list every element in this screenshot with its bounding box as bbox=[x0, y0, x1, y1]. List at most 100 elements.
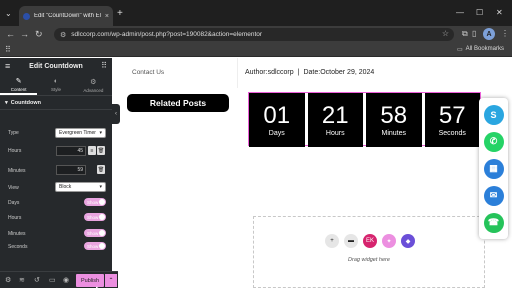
hamburger-menu-icon[interactable]: ≡ bbox=[5, 61, 10, 71]
close-tab-icon[interactable]: × bbox=[105, 13, 109, 20]
delete-icon[interactable]: 🗑 bbox=[97, 165, 105, 174]
tab-title: Edit "CountDown" with Elementor bbox=[34, 13, 101, 19]
layers-icon[interactable]: ≋ bbox=[19, 276, 25, 284]
countdown-seconds: 57 Seconds bbox=[424, 93, 480, 147]
seconds-toggle[interactable]: Show bbox=[84, 242, 106, 250]
related-posts-heading: Related Posts bbox=[127, 94, 229, 112]
folder-icon[interactable]: ▬ bbox=[344, 234, 358, 248]
countdown-number: 57 bbox=[438, 101, 466, 129]
profile-avatar[interactable]: A bbox=[483, 28, 495, 40]
minutes-label: Minutes bbox=[8, 168, 26, 174]
minutes-toggle-label: Minutes bbox=[8, 231, 26, 237]
panel-tabs: ✎ Content ◐ Style ⚙ Advanced bbox=[0, 75, 112, 96]
reload-icon[interactable]: ↻ bbox=[35, 29, 43, 40]
type-select[interactable]: Evergreen Timer ▾ bbox=[55, 128, 106, 138]
view-value: Block bbox=[59, 184, 72, 190]
favicon-icon bbox=[23, 12, 30, 20]
hours-label: Hours bbox=[8, 148, 22, 154]
all-bookmarks-label: All Bookmarks bbox=[465, 46, 504, 52]
gear-icon: ⚙ bbox=[90, 78, 97, 86]
drop-zone[interactable]: + ▬ EK ✦ ◆ Drag widget here bbox=[253, 216, 485, 288]
browser-tab-bar: ⌄ Edit "CountDown" with Elementor × + — … bbox=[0, 0, 512, 26]
countdown-widget[interactable]: 01 Days 21 Hours 58 Minutes 57 Seconds bbox=[248, 92, 481, 147]
countdown-label: Days bbox=[268, 129, 285, 137]
widgets-grid-icon[interactable]: ⠿ bbox=[101, 61, 107, 70]
address-bar[interactable]: ⚙ sdlccorp.com/wp-admin/post.php?post=19… bbox=[54, 28, 454, 41]
elementskit-icon[interactable]: EK bbox=[363, 234, 377, 248]
site-info-icon[interactable]: ⚙ bbox=[60, 31, 66, 39]
days-label: Days bbox=[8, 200, 20, 206]
settings-icon[interactable]: ⚙ bbox=[5, 276, 11, 284]
responsive-icon[interactable]: ▭ bbox=[49, 276, 56, 284]
dynamic-tags-icon[interactable]: ≡ bbox=[88, 146, 96, 155]
caret-down-icon: ▾ bbox=[5, 99, 8, 106]
close-window-icon[interactable]: ✕ bbox=[496, 8, 503, 17]
days-toggle[interactable]: Show bbox=[84, 198, 106, 206]
add-icon[interactable]: + bbox=[325, 234, 339, 248]
view-select[interactable]: Block ▾ bbox=[55, 182, 106, 192]
half-circle-icon: ◐ bbox=[53, 78, 59, 85]
tab-content[interactable]: ✎ Content bbox=[0, 75, 38, 95]
contact-us-link[interactable]: Contact Us bbox=[132, 69, 164, 76]
author-text: Author:sdlccorp bbox=[245, 69, 294, 76]
email-icon[interactable]: ✉ bbox=[483, 185, 504, 206]
whatsapp-icon[interactable]: ✆ bbox=[483, 131, 504, 152]
date-text: Date:October 29, 2024 bbox=[303, 69, 375, 76]
extensions-icon[interactable]: ⧉ bbox=[462, 29, 468, 39]
countdown-number: 21 bbox=[321, 101, 349, 129]
browser-tab[interactable]: Edit "CountDown" with Elementor × bbox=[19, 6, 113, 26]
tab-search-icon[interactable]: ⌄ bbox=[5, 9, 12, 18]
sparkle-icon[interactable]: ✦ bbox=[382, 234, 396, 248]
countdown-hours: 21 Hours bbox=[307, 93, 363, 147]
floating-contact-bar: S ✆ ▦ ✉ ☎ bbox=[479, 98, 508, 239]
countdown-days: 01 Days bbox=[249, 93, 305, 147]
url-text: sdlccorp.com/wp-admin/post.php?post=1900… bbox=[71, 31, 263, 38]
elementor-panel: ≡ Edit Countdown ⠿ ✎ Content ◐ Style ⚙ A… bbox=[0, 58, 112, 288]
drop-zone-text: Drag widget here bbox=[348, 257, 390, 263]
countdown-label: Hours bbox=[325, 129, 345, 137]
preview-eye-icon[interactable]: ◉ bbox=[63, 276, 69, 284]
tab-label: Content bbox=[10, 86, 27, 92]
apps-grid-icon[interactable]: ⠿ bbox=[5, 45, 11, 54]
bookmarks-bar: ⠿ ▭ All Bookmarks bbox=[0, 43, 512, 57]
minutes-toggle[interactable]: Show bbox=[84, 229, 106, 237]
type-label: Type bbox=[8, 130, 19, 136]
seconds-toggle-label: Seconds bbox=[8, 244, 28, 250]
drop-zone-actions: + ▬ EK ✦ ◆ bbox=[325, 234, 415, 248]
template-kit-icon[interactable]: ◆ bbox=[401, 234, 415, 248]
post-meta: Author:sdlccorp | Date:October 29, 2024 bbox=[245, 69, 374, 76]
back-icon[interactable]: ← bbox=[6, 29, 15, 39]
chevron-down-icon: ▾ bbox=[99, 130, 102, 136]
countdown-minutes: 58 Minutes bbox=[366, 93, 422, 147]
tab-label: Advanced bbox=[83, 87, 104, 93]
history-icon[interactable]: ↺ bbox=[34, 276, 40, 284]
section-title: Countdown bbox=[10, 99, 42, 106]
minutes-input[interactable]: 59 bbox=[56, 165, 86, 175]
skype-icon[interactable]: S bbox=[483, 104, 504, 125]
section-countdown[interactable]: ▾ Countdown bbox=[0, 96, 112, 110]
countdown-label: Minutes bbox=[381, 129, 406, 137]
view-label: View bbox=[8, 185, 19, 191]
hours-input[interactable]: 45 bbox=[56, 146, 86, 156]
side-panel-icon[interactable]: ▯ bbox=[472, 29, 476, 38]
collapse-panel-handle[interactable]: ‹ bbox=[112, 104, 120, 124]
delete-icon[interactable]: 🗑 bbox=[97, 146, 105, 155]
countdown-number: 58 bbox=[380, 101, 408, 129]
phone-icon[interactable]: ☎ bbox=[483, 212, 504, 233]
new-tab-icon[interactable]: + bbox=[117, 8, 123, 19]
menu-dots-icon[interactable]: ⋮ bbox=[501, 29, 509, 38]
bookmark-star-icon[interactable]: ☆ bbox=[442, 29, 449, 38]
tab-style[interactable]: ◐ Style bbox=[37, 75, 74, 95]
hours-toggle[interactable]: Show bbox=[84, 213, 106, 221]
pencil-icon: ✎ bbox=[15, 77, 22, 85]
forward-icon[interactable]: → bbox=[20, 29, 29, 39]
type-value: Evergreen Timer bbox=[59, 130, 96, 136]
all-bookmarks[interactable]: ▭ All Bookmarks bbox=[457, 46, 504, 53]
tab-advanced[interactable]: ⚙ Advanced bbox=[75, 75, 112, 95]
maximize-icon[interactable]: ☐ bbox=[476, 8, 483, 17]
chevron-up-icon[interactable]: ⌃ bbox=[105, 274, 117, 287]
calendar-icon[interactable]: ▦ bbox=[483, 158, 504, 179]
folder-icon: ▭ bbox=[456, 47, 463, 53]
panel-header: ≡ Edit Countdown ⠿ bbox=[0, 58, 112, 75]
minimize-icon[interactable]: — bbox=[456, 8, 464, 17]
